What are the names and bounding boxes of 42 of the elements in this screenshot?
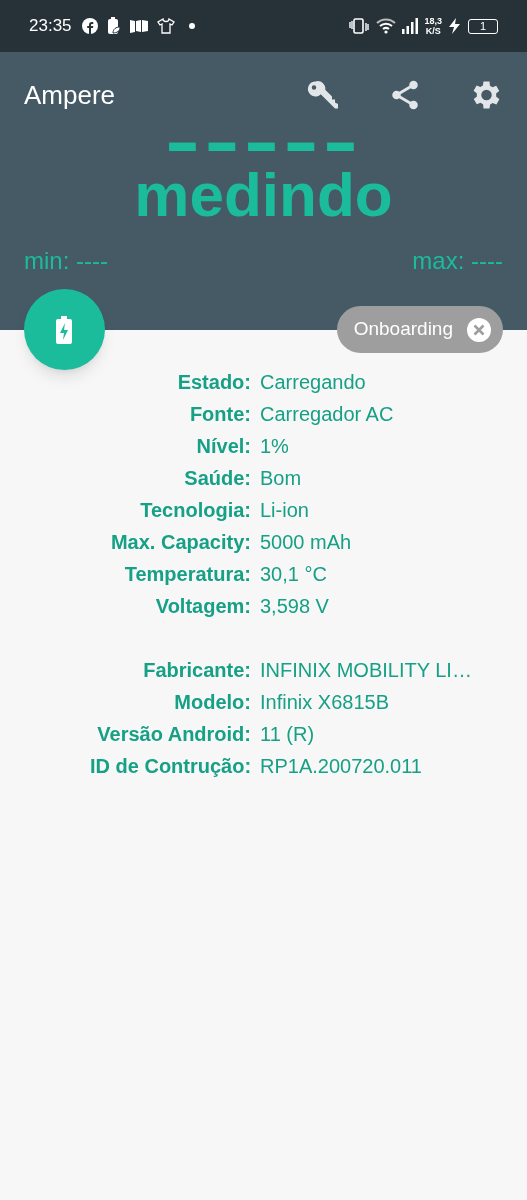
info-value: 30,1 °C xyxy=(260,562,327,587)
info-value: Carregador AC xyxy=(260,402,394,427)
info-value: INFINIX MOBILITY LI… xyxy=(260,658,472,683)
max-reading: max: ---- xyxy=(412,246,503,276)
status-time: 23:35 xyxy=(29,15,72,38)
info-value: Carregando xyxy=(260,370,366,395)
info-label: Voltagem: xyxy=(154,594,252,619)
info-label: Modelo: xyxy=(173,690,252,715)
shirt-icon xyxy=(156,18,175,34)
info-label: Saúde: xyxy=(183,466,252,491)
battery-charging-icon xyxy=(55,315,74,344)
min-reading: min: ---- xyxy=(24,246,108,276)
info-value: 5000 mAh xyxy=(260,530,352,555)
close-icon xyxy=(467,317,491,342)
current-reading: ----- xyxy=(164,130,363,152)
app-title: Ampere xyxy=(24,78,116,112)
info-value: Infinix X6815B xyxy=(260,690,389,715)
info-value: 1% xyxy=(260,434,289,459)
info-label: Fonte: xyxy=(188,402,252,427)
info-label: Max. Capacity: xyxy=(109,530,252,555)
battery-indicator: 1 xyxy=(468,18,498,34)
info-label: Tecnologia: xyxy=(139,498,252,523)
lightning-icon xyxy=(448,18,462,34)
signal-icon xyxy=(402,18,419,34)
info-label: Fabricante: xyxy=(142,658,252,683)
info-value: 3,598 V xyxy=(260,594,329,619)
wifi-icon xyxy=(376,18,397,34)
onboarding-chip[interactable]: Onboarding xyxy=(336,306,503,353)
info-value: Li-ion xyxy=(260,498,309,523)
info-label: Nível: xyxy=(195,434,252,459)
measuring-status: medindo xyxy=(134,160,393,230)
info-value: RP1A.200720.011 xyxy=(260,754,422,779)
info-label: Estado: xyxy=(176,370,252,395)
network-speed: 18,3 xyxy=(424,16,442,26)
info-label: Versão Android: xyxy=(96,722,252,747)
network-speed-unit: K/S xyxy=(425,26,441,36)
facebook-icon xyxy=(81,18,98,34)
info-label: ID de Contrução: xyxy=(90,754,253,779)
info-label: Temperatura: xyxy=(123,562,252,587)
info-value: Bom xyxy=(260,466,302,491)
vibrate-icon xyxy=(348,18,371,34)
info-value: 11 (R) xyxy=(260,722,315,747)
